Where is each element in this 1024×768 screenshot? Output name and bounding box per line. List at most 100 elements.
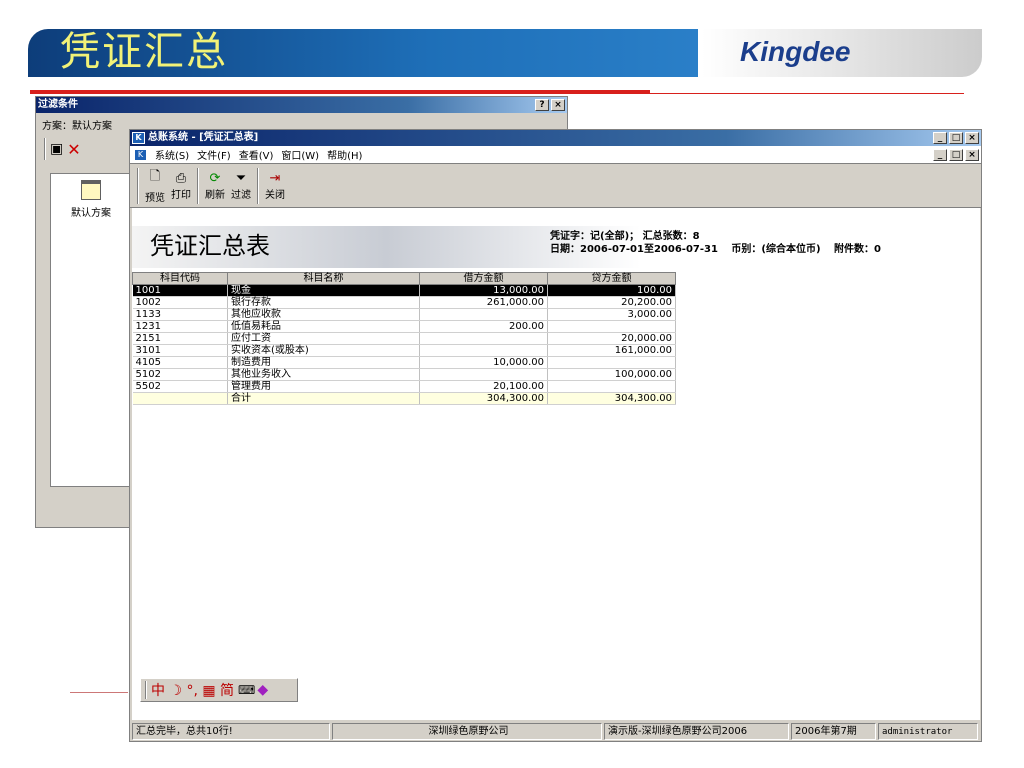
table-cell: 261,000.00 bbox=[419, 296, 548, 309]
main-titlebar: K 总账系统 - [凭证汇总表] _ □ × bbox=[130, 130, 981, 146]
exit-button[interactable]: ⇥ 关闭 bbox=[265, 171, 285, 201]
table-cell: 20,000.00 bbox=[547, 332, 676, 345]
child-maximize-button[interactable]: □ bbox=[949, 148, 963, 161]
maximize-button[interactable]: □ bbox=[949, 132, 963, 144]
exit-label: 关闭 bbox=[265, 189, 285, 201]
table-cell bbox=[547, 356, 676, 369]
table-cell: 低值易耗品 bbox=[227, 320, 420, 333]
table-cell: 应付工资 bbox=[227, 332, 420, 345]
summary-table: 科目代码 科目名称 借方金额 贷方金额 1001 现金 13,000.00 100.0… bbox=[132, 272, 676, 405]
table-row[interactable]: 1133 其他应收款 3,000.00 bbox=[132, 308, 676, 321]
ime-menu-icon[interactable]: ◆ bbox=[257, 682, 268, 698]
voucher-word: 凭证字：记(全部)； bbox=[550, 231, 640, 242]
status-period: 2006年第7期 bbox=[791, 723, 876, 740]
table-cell: 实收资本(或股本) bbox=[227, 344, 420, 357]
report-title: 凭证汇总表 bbox=[150, 232, 270, 260]
refresh-icon: ⟳ bbox=[209, 170, 221, 186]
menu-view[interactable]: 查看(V) bbox=[239, 147, 274, 162]
table-cell bbox=[547, 320, 676, 333]
status-company: 深圳绿色原野公司 bbox=[332, 723, 602, 740]
table-cell: 5102 bbox=[132, 368, 228, 381]
main-window: K 总账系统 - [凭证汇总表] _ □ × K 系统(S) 文件(F) 查看(V) … bbox=[129, 129, 982, 742]
filter-button[interactable]: ⏷ 过滤 bbox=[231, 171, 251, 201]
table-row[interactable]: 1001 现金 13,000.00 100.00 bbox=[132, 284, 676, 297]
table-cell: 5502 bbox=[132, 380, 228, 393]
preview-icon: 🗋 bbox=[149, 169, 161, 184]
scheme-item-label: 默认方案 bbox=[71, 208, 111, 219]
kingdee-logo: Kingdee bbox=[740, 36, 851, 67]
preview-button[interactable]: 🗋 预览 bbox=[145, 167, 165, 204]
preview-label: 预览 bbox=[145, 193, 165, 204]
table-cell: 20,100.00 bbox=[419, 380, 548, 393]
table-cell: 1133 bbox=[132, 308, 228, 321]
ime-status[interactable]: 中 ☽ °, ▦ 简 bbox=[151, 680, 234, 700]
header-credit[interactable]: 贷方金额 bbox=[547, 272, 676, 285]
save-icon[interactable]: ▣ bbox=[50, 141, 63, 157]
table-cell: 3101 bbox=[132, 344, 228, 357]
menu-file[interactable]: 文件(F) bbox=[197, 147, 231, 162]
toolbar: 🗋 预览 ⎙ 打印 ⟳ 刷新 ⏷ 过滤 ⇥ 关闭 bbox=[130, 164, 981, 208]
slide-title: 凭证汇总 bbox=[60, 29, 228, 75]
table-cell: 银行存款 bbox=[227, 296, 420, 309]
header-account-code[interactable]: 科目代码 bbox=[132, 272, 228, 285]
table-cell: 其他业务收入 bbox=[227, 368, 420, 381]
filter-label: 过滤 bbox=[231, 189, 251, 201]
print-icon: ⎙ bbox=[175, 170, 187, 186]
window-close-button[interactable]: × bbox=[965, 132, 979, 144]
menu-help[interactable]: 帮助(H) bbox=[327, 147, 362, 162]
child-minimize-button[interactable]: _ bbox=[933, 148, 947, 161]
scheme-list: 默认方案 bbox=[50, 173, 132, 487]
help-button[interactable]: ? bbox=[535, 99, 549, 111]
table-cell: 100,000.00 bbox=[547, 368, 676, 381]
filter-title: 过滤条件 bbox=[38, 99, 78, 110]
menu-app-icon: K bbox=[134, 148, 147, 161]
total-cell: 304,300.00 bbox=[419, 392, 548, 405]
summary-table-wrap: 科目代码 科目名称 借方金额 贷方金额 1001 现金 13,000.00 100.0… bbox=[132, 272, 676, 405]
table-row[interactable]: 4105 制造费用 10,000.00 bbox=[132, 356, 676, 369]
table-cell: 1231 bbox=[132, 320, 228, 333]
table-cell: 3,000.00 bbox=[547, 308, 676, 321]
accent-line bbox=[30, 90, 650, 94]
child-close-button[interactable]: × bbox=[965, 148, 979, 161]
menu-window[interactable]: 窗口(W) bbox=[281, 147, 319, 162]
table-cell: 10,000.00 bbox=[419, 356, 548, 369]
table-cell bbox=[547, 380, 676, 393]
scheme-item[interactable]: 默认方案 bbox=[51, 180, 131, 219]
soft-keyboard-icon[interactable]: ⌨ bbox=[238, 683, 255, 697]
status-account-set: 演示版-深圳绿色原野公司2006 bbox=[604, 723, 789, 740]
table-cell: 1002 bbox=[132, 296, 228, 309]
currency: 币别：(综合本位币) bbox=[731, 244, 821, 255]
table-cell: 100.00 bbox=[547, 284, 676, 297]
accent-thin-line bbox=[650, 93, 964, 94]
delete-icon[interactable]: ✕ bbox=[67, 140, 80, 159]
menu-system[interactable]: 系统(S) bbox=[155, 147, 189, 162]
table-row[interactable]: 1231 低值易耗品 200.00 bbox=[132, 320, 676, 333]
print-button[interactable]: ⎙ 打印 bbox=[171, 171, 191, 201]
minimize-button[interactable]: _ bbox=[933, 132, 947, 144]
ime-bar[interactable]: 中 ☽ °, ▦ 简 ⌨ ◆ bbox=[140, 678, 298, 702]
header-debit[interactable]: 借方金额 bbox=[419, 272, 548, 285]
table-cell bbox=[419, 368, 548, 381]
total-cell: 合计 bbox=[227, 392, 420, 405]
filter-titlebar: 过滤条件 ? × bbox=[36, 97, 567, 113]
folder-icon bbox=[81, 180, 101, 200]
table-row[interactable]: 5102 其他业务收入 100,000.00 bbox=[132, 368, 676, 381]
close-button[interactable]: × bbox=[551, 99, 565, 111]
refresh-button[interactable]: ⟳ 刷新 bbox=[205, 171, 225, 201]
table-cell: 2151 bbox=[132, 332, 228, 345]
filter-icon: ⏷ bbox=[235, 170, 247, 186]
table-row[interactable]: 5502 管理费用 20,100.00 bbox=[132, 380, 676, 393]
header-account-name[interactable]: 科目名称 bbox=[227, 272, 420, 285]
table-cell: 161,000.00 bbox=[547, 344, 676, 357]
table-cell: 现金 bbox=[227, 284, 420, 297]
total-cell: 304,300.00 bbox=[547, 392, 676, 405]
total-row[interactable]: 合计 304,300.00 304,300.00 bbox=[132, 392, 676, 405]
table-cell bbox=[419, 332, 548, 345]
main-title: 总账系统 - [凭证汇总表] bbox=[148, 132, 259, 143]
table-row[interactable]: 2151 应付工资 20,000.00 bbox=[132, 332, 676, 345]
table-row[interactable]: 1002 银行存款 261,000.00 20,200.00 bbox=[132, 296, 676, 309]
status-message: 汇总完毕，总共10行! bbox=[132, 723, 330, 740]
voucher-count: 汇总张数：8 bbox=[642, 231, 700, 242]
table-cell: 制造费用 bbox=[227, 356, 420, 369]
table-row[interactable]: 3101 实收资本(或股本) 161,000.00 bbox=[132, 344, 676, 357]
